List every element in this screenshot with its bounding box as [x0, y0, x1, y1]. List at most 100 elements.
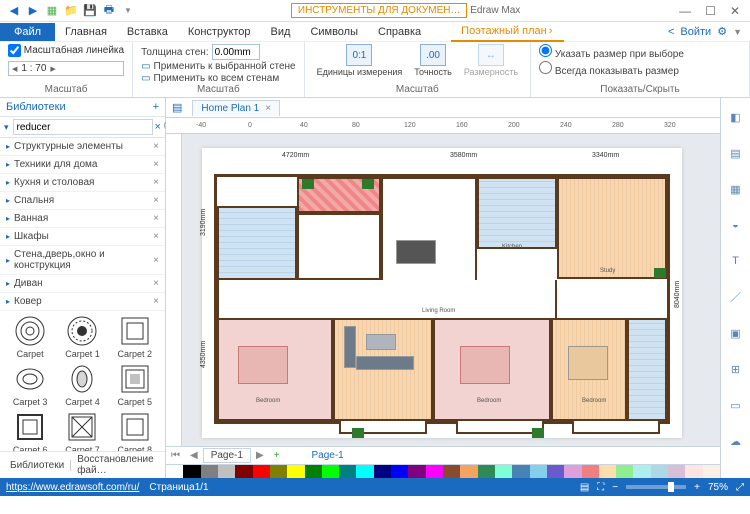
scale-left-icon[interactable]: ◀ [12, 65, 17, 73]
qat-dropdown-icon[interactable]: ▼ [120, 3, 136, 19]
rtool-image-icon[interactable]: ▭ [727, 396, 745, 414]
rtool-layers-icon[interactable]: ▦ [727, 180, 745, 198]
view-full-icon[interactable]: ⛶ [597, 482, 604, 493]
wall-opt2[interactable]: ▭ Применить ко всем стенам [141, 73, 296, 84]
page-tab-1b[interactable]: Page-1 [305, 449, 351, 462]
palette-swatch[interactable] [668, 465, 685, 478]
cat-close-icon[interactable]: × [153, 159, 159, 170]
qat-right-icon[interactable]: ▶ [25, 3, 41, 19]
shape-item[interactable]: Carpet 8 [111, 411, 159, 451]
palette-swatch[interactable] [512, 465, 529, 478]
rtool-line-icon[interactable]: ／ [727, 288, 745, 306]
palette-swatch[interactable] [478, 465, 495, 478]
qat-print-icon[interactable]: 🖶 [101, 3, 117, 19]
shape-item[interactable]: Carpet 7 [58, 411, 106, 451]
palette-swatch[interactable] [339, 465, 356, 478]
rtool-format-icon[interactable]: ▤ [727, 144, 745, 162]
palette-swatch[interactable] [305, 465, 322, 478]
radio-show-on-select[interactable]: Указать размер при выборе [539, 44, 684, 60]
palette-swatch[interactable] [547, 465, 564, 478]
qat-open-icon[interactable]: 📁 [63, 3, 79, 19]
menu-floorplan[interactable]: Поэтажный план [451, 22, 564, 42]
lib-category[interactable]: ▸Ковер× [0, 293, 165, 311]
rtool-theme-icon[interactable]: ◧ [727, 108, 745, 126]
palette-swatch[interactable] [443, 465, 460, 478]
sidebar-tab-libraries[interactable]: Библиотеки [4, 460, 71, 471]
qat-left-icon[interactable]: ◀ [6, 3, 22, 19]
zoom-in-icon[interactable]: + [694, 482, 700, 493]
lib-category[interactable]: ▸Диван× [0, 275, 165, 293]
shape-item[interactable]: Carpet 2 [111, 315, 159, 359]
palette-swatch[interactable] [183, 465, 200, 478]
palette-swatch[interactable] [426, 465, 443, 478]
palette-swatch[interactable] [270, 465, 287, 478]
rtool-align-icon[interactable]: ⊞ [727, 360, 745, 378]
menu-symbols[interactable]: Символы [300, 23, 368, 41]
palette-swatch[interactable] [530, 465, 547, 478]
shape-item[interactable]: Carpet 3 [6, 363, 54, 407]
palette-swatch[interactable] [564, 465, 581, 478]
lib-category[interactable]: ▸Техники для дома× [0, 156, 165, 174]
menu-file[interactable]: Файл [0, 23, 55, 41]
status-url[interactable]: https://www.edrawsoft.com/ru/ [6, 482, 139, 493]
palette-swatch[interactable] [703, 465, 720, 478]
lib-category[interactable]: ▸Структурные элементы× [0, 138, 165, 156]
rtool-properties-icon[interactable]: ▣ [727, 324, 745, 342]
precision-button[interactable]: .00Точность [410, 44, 456, 77]
settings-icon[interactable]: ⚙ [717, 25, 727, 38]
dimension-button[interactable]: ↔Размерность [460, 44, 522, 77]
palette-swatch[interactable] [495, 465, 512, 478]
wall-thickness-input[interactable] [212, 44, 260, 60]
close-icon[interactable]: ✕ [730, 4, 740, 18]
rtool-cloud-icon[interactable]: ☁ [727, 432, 745, 450]
wall-opt1[interactable]: ▭ Применить к выбранной стене [141, 61, 296, 72]
palette-swatch[interactable] [201, 465, 218, 478]
doc-tab-homeplan[interactable]: Home Plan 1 × [192, 100, 280, 116]
canvas[interactable]: Living Room Kitchen Study Bedroom Bedroo… [182, 134, 720, 446]
lib-category[interactable]: ▸Стена,дверь,окно и конструкция× [0, 246, 165, 275]
menu-home[interactable]: Главная [55, 23, 117, 41]
cat-close-icon[interactable]: × [153, 255, 159, 266]
menu-design[interactable]: Конструктор [178, 23, 261, 41]
palette-swatch[interactable] [166, 465, 183, 478]
lib-category[interactable]: ▸Спальня× [0, 192, 165, 210]
login-link[interactable]: Войти [680, 26, 711, 38]
radio-always-show[interactable]: Всегда показывать размер [539, 61, 684, 77]
cat-close-icon[interactable]: × [153, 296, 159, 307]
palette-swatch[interactable] [356, 465, 373, 478]
lib-category[interactable]: ▸Кухня и столовая× [0, 174, 165, 192]
palette-swatch[interactable] [322, 465, 339, 478]
shape-item[interactable]: Carpet 4 [58, 363, 106, 407]
doc-tab-close-icon[interactable]: × [265, 103, 271, 114]
palette-swatch[interactable] [685, 465, 702, 478]
rtool-fill-icon[interactable]: ◒ [727, 216, 745, 234]
scale-select[interactable]: ◀ 1 : 70 ▶ [8, 61, 124, 76]
palette-swatch[interactable] [633, 465, 650, 478]
units-button[interactable]: 0:1Единицы измерения [313, 44, 407, 77]
cat-close-icon[interactable]: × [153, 213, 159, 224]
ruler-checkbox[interactable] [8, 44, 21, 57]
shape-item[interactable]: Carpet 6 [6, 411, 54, 451]
zoom-slider[interactable] [626, 485, 686, 489]
search-chevron-icon[interactable]: ▾ [2, 122, 11, 133]
clear-search-icon[interactable]: × [155, 121, 161, 133]
palette-swatch[interactable] [253, 465, 270, 478]
collapse-ribbon-icon[interactable]: ▼ [733, 27, 742, 37]
palette-swatch[interactable] [582, 465, 599, 478]
cat-close-icon[interactable]: × [153, 195, 159, 206]
palette-swatch[interactable] [651, 465, 668, 478]
doc-tab-menu-icon[interactable]: ▤ [166, 101, 188, 114]
shape-item[interactable]: Carpet 5 [111, 363, 159, 407]
zoom-out-icon[interactable]: − [612, 482, 618, 493]
floorplan-drawing[interactable]: Living Room Kitchen Study Bedroom Bedroo… [202, 148, 682, 438]
view-normal-icon[interactable]: ▤ [580, 482, 589, 493]
page-first-icon[interactable]: ⏮ [166, 450, 185, 461]
palette-swatch[interactable] [391, 465, 408, 478]
palette-swatch[interactable] [460, 465, 477, 478]
cat-close-icon[interactable]: × [153, 177, 159, 188]
qat-save-icon[interactable]: 💾 [82, 3, 98, 19]
lib-category[interactable]: ▸Ванная× [0, 210, 165, 228]
palette-swatch[interactable] [408, 465, 425, 478]
cat-close-icon[interactable]: × [153, 278, 159, 289]
scale-right-icon[interactable]: ▶ [50, 65, 55, 73]
